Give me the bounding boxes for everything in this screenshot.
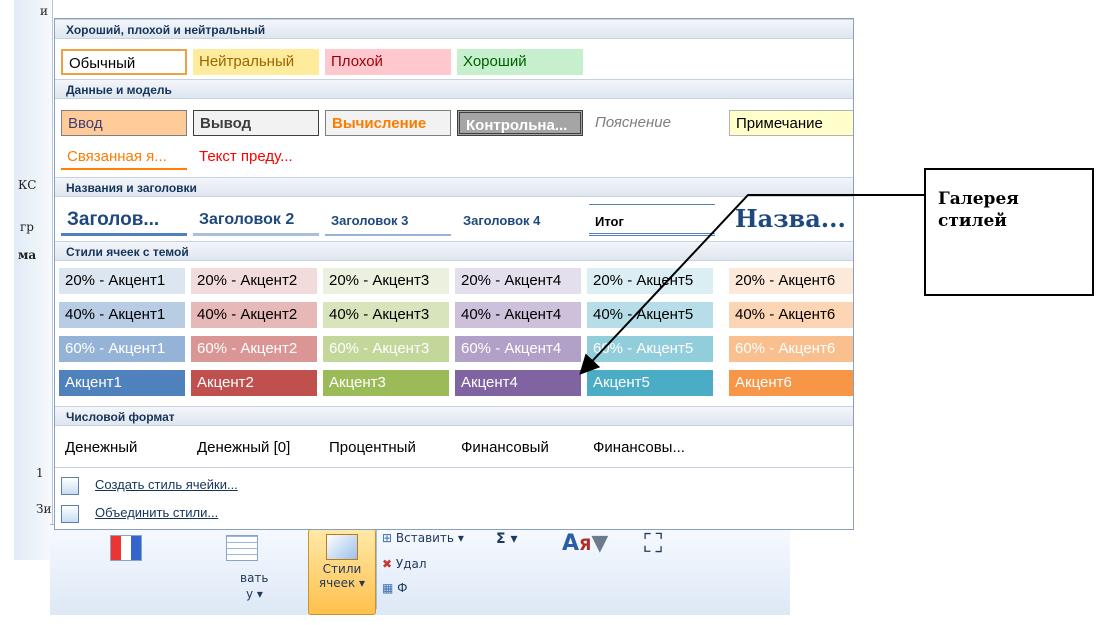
callout-arrow xyxy=(579,194,924,375)
